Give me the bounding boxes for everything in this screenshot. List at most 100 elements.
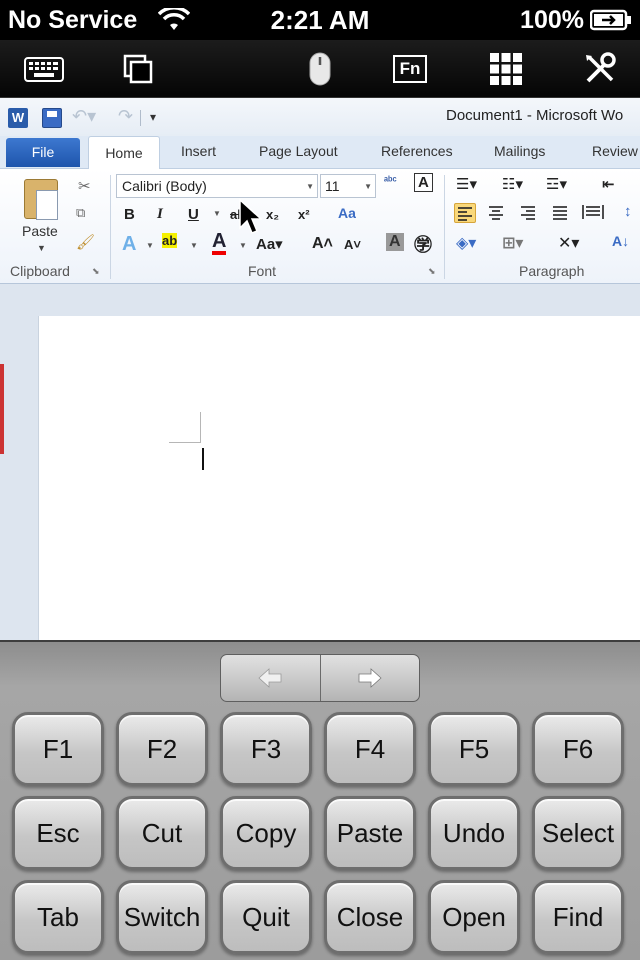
ribbon-divider — [444, 175, 445, 279]
font-name-combobox[interactable]: Calibri (Body) ▼ — [116, 174, 318, 198]
shading-icon[interactable]: ◈▾ — [456, 233, 476, 253]
align-left-icon[interactable] — [454, 203, 476, 223]
key-paste-button[interactable]: Paste — [324, 796, 416, 870]
subscript-icon[interactable]: x₂ — [266, 207, 279, 222]
sort-icon[interactable]: A↓ — [612, 233, 629, 249]
margin-marker — [169, 442, 201, 443]
tab-insert[interactable]: Insert — [181, 143, 216, 159]
key-select-button[interactable]: Select — [532, 796, 624, 870]
customize-toolbar-icon[interactable]: ▾ — [150, 110, 156, 124]
tab-page-layout[interactable]: Page Layout — [259, 143, 338, 159]
background-window-edge — [0, 364, 4, 454]
italic-icon[interactable]: I — [157, 206, 163, 223]
key-f4-button[interactable]: F4 — [324, 712, 416, 786]
align-right-icon[interactable] — [518, 203, 540, 223]
underline-dropdown-icon[interactable]: ▼ — [213, 209, 221, 218]
redo-icon[interactable]: ↷ — [118, 106, 133, 127]
paste-dropdown-icon[interactable]: ▼ — [37, 243, 46, 253]
word-logo-icon: W — [8, 108, 28, 128]
borders-icon[interactable]: ⊞▾ — [502, 233, 523, 253]
app-toolbar: Fn — [0, 40, 640, 98]
numbering-icon[interactable]: ☷▾ — [502, 175, 523, 193]
key-f2-button[interactable]: F2 — [116, 712, 208, 786]
bold-icon[interactable]: B — [124, 206, 135, 223]
windows-icon[interactable] — [118, 49, 158, 89]
distributed-icon[interactable] — [582, 203, 604, 223]
key-esc-button[interactable]: Esc — [12, 796, 104, 870]
left-arrow-icon[interactable] — [221, 655, 321, 701]
remote-desktop-view[interactable]: W ↶▾ ↷ ▾ Document1 - Microsoft Wo File H… — [0, 98, 640, 640]
document-page[interactable] — [38, 316, 640, 640]
paste-button-label[interactable]: Paste — [22, 223, 58, 239]
undo-icon[interactable]: ↶▾ — [72, 106, 96, 127]
change-case-icon[interactable]: ᵃᵇᶜ — [384, 175, 397, 187]
key-quit-button[interactable]: Quit — [220, 880, 312, 954]
text-effects-icon[interactable]: A — [122, 233, 136, 256]
document-area[interactable] — [0, 284, 640, 640]
clear-formatting-icon[interactable]: A — [414, 173, 433, 192]
clipboard-launcher-icon[interactable]: ⬊ — [92, 266, 100, 277]
multilevel-list-icon[interactable]: ☲▾ — [546, 175, 567, 193]
decrease-indent-icon[interactable]: ⇤ — [602, 175, 615, 193]
text-effects-dropdown-icon[interactable]: ▼ — [146, 241, 154, 250]
tab-references[interactable]: References — [381, 143, 453, 159]
chevron-down-icon: ▼ — [364, 182, 372, 191]
character-shading-icon[interactable]: A — [386, 233, 404, 251]
tab-mailings[interactable]: Mailings — [494, 143, 545, 159]
paste-icon[interactable] — [24, 179, 58, 220]
bullets-icon[interactable]: ☰▾ — [456, 175, 477, 193]
font-color-dropdown-icon[interactable]: ▼ — [239, 241, 247, 250]
key-close-button[interactable]: Close — [324, 880, 416, 954]
superscript-icon[interactable]: x² — [298, 207, 310, 222]
font-group-label: Font — [248, 263, 277, 279]
function-keyboard: F1 F2 F3 F4 F5 F6 Esc Cut Copy Paste Undo Select Tab… — [0, 640, 640, 960]
ribbon-divider — [110, 175, 111, 279]
align-center-icon[interactable] — [486, 203, 508, 223]
enclose-characters-icon[interactable]: ㊫ — [414, 231, 432, 257]
key-find-button[interactable]: Find — [532, 880, 624, 954]
font-color-icon[interactable]: A — [212, 231, 227, 255]
key-open-button[interactable]: Open — [428, 880, 520, 954]
save-icon[interactable] — [42, 108, 62, 128]
text-cursor — [202, 448, 204, 470]
status-bar: No Service 2:21 AM 100% — [0, 0, 640, 40]
right-arrow-icon[interactable] — [321, 655, 420, 701]
underline-icon[interactable]: U — [188, 206, 199, 223]
key-copy-button[interactable]: Copy — [220, 796, 312, 870]
key-f5-button[interactable]: F5 — [428, 712, 520, 786]
highlight-icon[interactable]: ab — [162, 233, 178, 248]
key-undo-button[interactable]: Undo — [428, 796, 520, 870]
font-launcher-icon[interactable]: ⬊ — [428, 266, 436, 277]
tools-icon[interactable] — [580, 49, 620, 89]
line-spacing-icon[interactable]: ↕ — [624, 203, 632, 220]
document-title: Document1 - Microsoft Wo — [446, 107, 624, 124]
tab-file[interactable]: File — [6, 138, 80, 167]
word-title-bar: W ↶▾ ↷ ▾ Document1 - Microsoft Wo — [0, 98, 640, 136]
tab-review[interactable]: Review — [592, 143, 638, 159]
highlight-dropdown-icon[interactable]: ▼ — [190, 241, 198, 250]
key-f6-button[interactable]: F6 — [532, 712, 624, 786]
tab-home[interactable]: Home — [88, 136, 160, 170]
key-cut-button[interactable]: Cut — [116, 796, 208, 870]
shrink-font-icon[interactable]: A˅ — [344, 237, 361, 252]
copy-icon[interactable]: ⧉ — [76, 205, 85, 221]
justify-icon[interactable] — [550, 203, 572, 223]
keyboard-icon[interactable] — [24, 49, 64, 89]
grow-font-icon[interactable]: A˄ — [312, 235, 333, 253]
mouse-icon[interactable] — [300, 49, 340, 89]
grid-icon[interactable] — [486, 49, 526, 89]
key-switch-button[interactable]: Switch — [116, 880, 208, 954]
key-f3-button[interactable]: F3 — [220, 712, 312, 786]
key-f1-button[interactable]: F1 — [12, 712, 104, 786]
font-size-combobox[interactable]: 11 ▼ — [320, 174, 376, 198]
clipboard-group-label: Clipboard — [10, 263, 70, 279]
key-tab-button[interactable]: Tab — [12, 880, 104, 954]
chevron-down-icon: ▼ — [306, 182, 314, 191]
arrow-key-group — [220, 654, 420, 702]
font-size-value: 11 — [325, 178, 340, 194]
format-painter-icon[interactable]: 🖌 — [76, 233, 95, 251]
cut-icon[interactable]: ✂ — [78, 177, 91, 195]
text-effects-small-icon[interactable]: Aa — [338, 205, 356, 221]
asian-layout-icon[interactable]: ✕▾ — [558, 233, 579, 253]
fn-icon[interactable]: Fn — [390, 49, 430, 89]
